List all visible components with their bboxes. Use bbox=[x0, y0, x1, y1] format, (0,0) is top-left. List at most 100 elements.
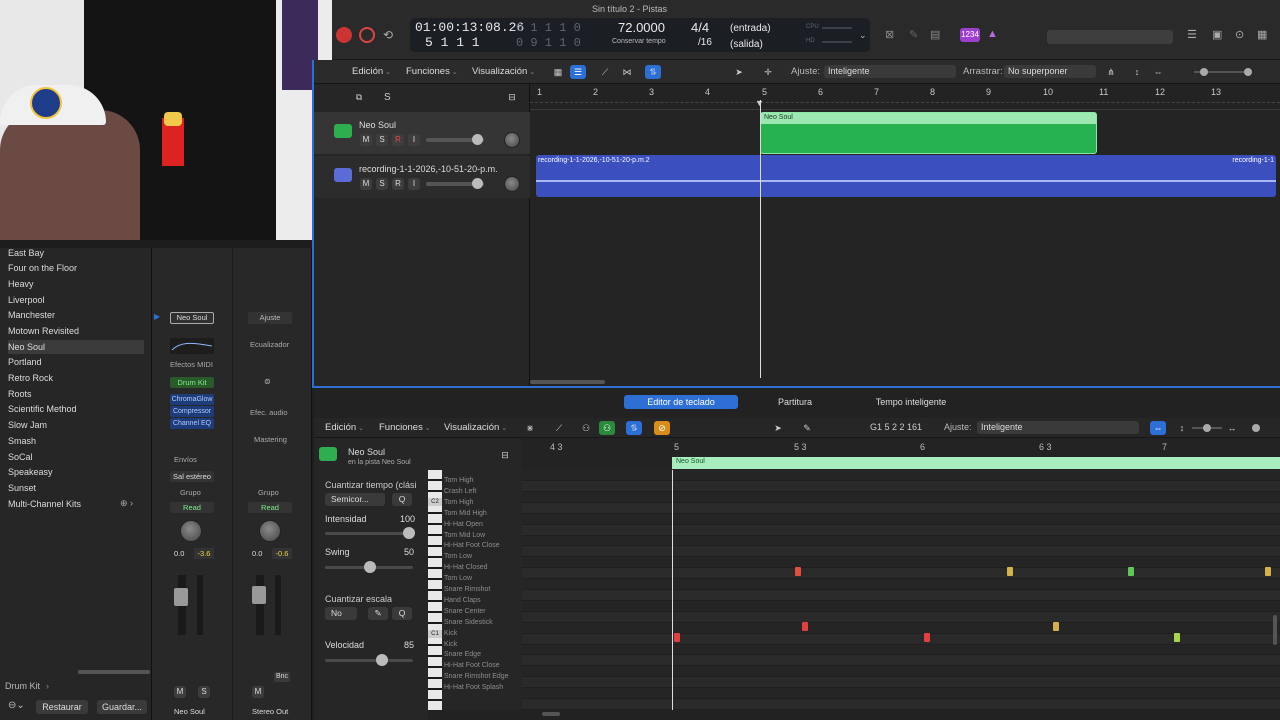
library-item[interactable]: Slow Jam bbox=[8, 418, 144, 432]
automation-icon[interactable]: ⟋ bbox=[551, 421, 567, 435]
pencil-tool-icon[interactable]: ✎ bbox=[799, 421, 815, 435]
input-monitor-button[interactable]: I bbox=[408, 178, 420, 190]
snap-select[interactable]: Inteligente bbox=[824, 65, 956, 78]
library-path[interactable]: Drum Kit bbox=[5, 681, 40, 691]
drum-key-label[interactable]: Kick bbox=[444, 641, 457, 648]
drum-key-label[interactable]: Snare Rimshot bbox=[444, 586, 490, 593]
volume-thumb[interactable] bbox=[472, 178, 483, 189]
channel-name[interactable]: Neo Soul bbox=[174, 707, 205, 716]
library-item[interactable]: Four on the Floor bbox=[8, 261, 144, 275]
midi-note[interactable] bbox=[1173, 632, 1180, 642]
midi-out-icon[interactable]: ⚇ bbox=[599, 421, 615, 435]
drum-key-label[interactable]: Crash Left bbox=[444, 488, 476, 495]
library-scrollbar[interactable] bbox=[78, 670, 150, 674]
tab-piano-roll[interactable]: Editor de teclado bbox=[624, 395, 738, 409]
v-scrollbar[interactable] bbox=[1273, 615, 1277, 645]
waveform-zoom-icon[interactable]: ⋔ bbox=[1103, 65, 1119, 79]
drum-key-label[interactable]: Tom Low bbox=[444, 575, 472, 582]
mute-button[interactable]: M bbox=[360, 178, 372, 190]
track-name[interactable]: Neo Soul bbox=[359, 120, 396, 130]
library-item[interactable]: Liverpool bbox=[8, 293, 144, 307]
catch-icon[interactable]: ⥮ bbox=[626, 421, 642, 435]
editor-h-scrollbar[interactable] bbox=[542, 712, 560, 716]
library-item[interactable]: Heavy bbox=[8, 277, 144, 291]
zoom-thumb[interactable] bbox=[1200, 68, 1208, 76]
link-icon[interactable]: ⊘ bbox=[654, 421, 670, 435]
time-quantize-select[interactable]: Semicor... bbox=[325, 493, 385, 506]
lcd-display[interactable]: 01:00:13:08.26 5 1 1 1 0 1 1 1 0 0 9 1 1… bbox=[410, 18, 870, 52]
link-icon[interactable]: ⊜ bbox=[264, 377, 271, 386]
drum-key-label[interactable]: Hi-Hat Foot Close bbox=[444, 662, 500, 669]
master-setting[interactable]: Ajuste bbox=[248, 312, 292, 324]
editor-edit-menu[interactable]: Edición bbox=[325, 422, 364, 433]
fit-icon[interactable]: ⇔ bbox=[1150, 65, 1166, 79]
library-item[interactable]: Scientific Method bbox=[8, 402, 144, 416]
record-alt-button[interactable] bbox=[359, 27, 375, 43]
bounce-button[interactable]: Bnc bbox=[274, 672, 290, 682]
scale-key-icon[interactable]: ✎ bbox=[368, 607, 388, 620]
strength-slider[interactable] bbox=[325, 527, 415, 539]
record-enable-button[interactable]: R bbox=[392, 134, 404, 146]
scale-quantize-button[interactable]: Q bbox=[392, 607, 412, 620]
cycle-icon[interactable]: ⟲ bbox=[383, 28, 393, 42]
library-item-selected[interactable]: Neo Soul bbox=[8, 340, 144, 354]
drum-key-label[interactable]: Hand Claps bbox=[444, 597, 481, 604]
count-in-badge[interactable]: 1234 bbox=[960, 28, 980, 42]
browser-icon[interactable]: ▦ bbox=[1257, 28, 1267, 41]
record-button[interactable] bbox=[336, 27, 352, 43]
automation-mode[interactable]: Read bbox=[248, 502, 292, 513]
master-eq[interactable]: Ecualizador bbox=[250, 340, 289, 349]
library-item[interactable]: Speakeasy bbox=[8, 465, 144, 479]
master-volume[interactable] bbox=[1047, 30, 1173, 44]
tuner-icon[interactable]: ⊠ bbox=[885, 28, 894, 41]
view-menu[interactable]: Visualización bbox=[472, 66, 535, 77]
track-row[interactable]: recording-1-1-2026,-10-51-20-p.m. M S R … bbox=[314, 156, 530, 198]
editor-region-bar[interactable]: Neo Soul bbox=[672, 457, 1280, 469]
h-scrollbar-thumb[interactable] bbox=[530, 380, 605, 384]
editor-view-menu[interactable]: Visualización bbox=[444, 422, 507, 433]
midi-note[interactable] bbox=[1052, 621, 1059, 631]
fx-slot[interactable]: ChromaGlow bbox=[170, 394, 214, 405]
automation-mode[interactable]: Read bbox=[170, 502, 214, 513]
tab-smart-tempo[interactable]: Tempo inteligente bbox=[864, 395, 958, 409]
catch-track-icon[interactable]: ⊟ bbox=[504, 90, 520, 104]
save-button[interactable]: Guardar... bbox=[97, 700, 147, 714]
solo-button[interactable]: S bbox=[376, 178, 388, 190]
midi-fx-slot[interactable]: Efectos MIDI bbox=[170, 360, 213, 369]
drum-key-label[interactable]: Snare Center bbox=[444, 608, 486, 615]
inspector-toggle-icon[interactable]: ⊟ bbox=[497, 448, 513, 462]
midi-note[interactable] bbox=[794, 567, 801, 577]
audio-region[interactable]: recording-1-1-2026,-10-51-20-p.m.2 recor… bbox=[536, 155, 1276, 197]
library-item[interactable]: Retro Rock bbox=[8, 371, 144, 385]
catch-icon[interactable]: ⥮ bbox=[645, 65, 661, 79]
eq-thumbnail[interactable] bbox=[170, 338, 214, 354]
tab-score[interactable]: Partitura bbox=[754, 395, 836, 409]
restore-button[interactable]: Restaurar bbox=[36, 700, 88, 714]
midi-note[interactable] bbox=[802, 621, 809, 631]
h-zoom-thumb[interactable] bbox=[1244, 68, 1252, 76]
midi-note[interactable] bbox=[673, 632, 680, 642]
editor-ruler[interactable]: 4 3 5 5 3 6 6 3 7 Neo Soul bbox=[522, 438, 1280, 470]
library-item[interactable]: Portland bbox=[8, 355, 144, 369]
midi-note[interactable] bbox=[1128, 567, 1135, 577]
pencil-icon[interactable]: ✎ bbox=[909, 28, 918, 41]
pointer-tool-icon[interactable]: ➤ bbox=[731, 65, 747, 79]
drum-key-label[interactable]: Hi-Hat Closed bbox=[444, 564, 488, 571]
drum-key-label[interactable]: Tom High bbox=[444, 499, 474, 506]
library-item[interactable]: Sunset bbox=[8, 481, 144, 495]
list-icon[interactable]: ☰ bbox=[1187, 28, 1197, 41]
drag-select[interactable]: No superponer bbox=[1004, 65, 1096, 78]
drum-key-label[interactable]: Hi-Hat Foot Splash bbox=[444, 684, 503, 691]
piano-keys[interactable] bbox=[428, 470, 442, 710]
group-slot[interactable]: Grupo bbox=[180, 488, 201, 497]
pointer-tool-icon[interactable]: ➤ bbox=[770, 421, 786, 435]
library-item[interactable]: Smash bbox=[8, 434, 144, 448]
fit-icon[interactable]: ⇔ bbox=[1150, 421, 1166, 435]
pan-knob[interactable] bbox=[180, 520, 202, 542]
output-slot[interactable]: Sal estéreo bbox=[170, 471, 214, 482]
scale-select[interactable]: No bbox=[325, 607, 357, 620]
h-fit-icon[interactable]: ↔ bbox=[1224, 421, 1240, 435]
quantize-icon[interactable]: ⋇ bbox=[522, 421, 538, 435]
pan-knob[interactable] bbox=[504, 176, 520, 192]
mute-button[interactable]: M bbox=[252, 686, 264, 698]
